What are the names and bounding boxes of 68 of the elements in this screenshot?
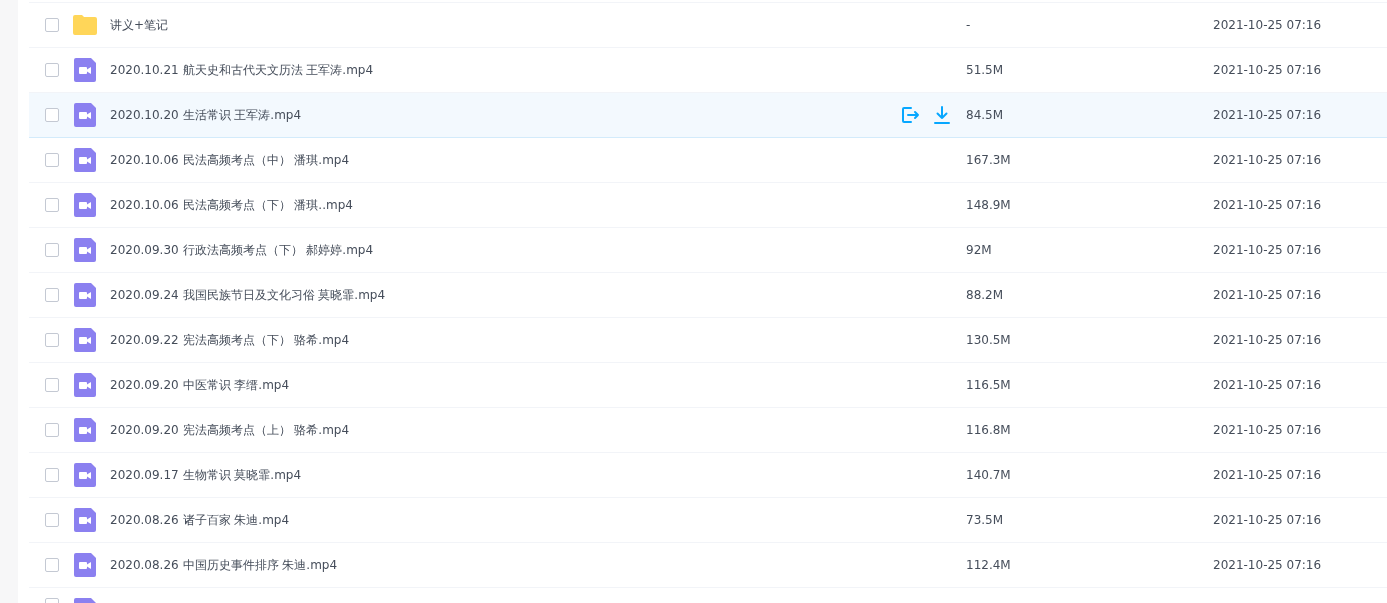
checkbox[interactable]: [45, 558, 59, 572]
checkbox[interactable]: [45, 378, 59, 392]
file-name[interactable]: 2020.09.20 中医常识 李缙.mp4: [110, 376, 290, 394]
download-icon[interactable]: [932, 105, 952, 125]
checkbox[interactable]: [45, 18, 59, 32]
file-size: 112.4M: [966, 557, 1011, 574]
video-file-icon: [74, 373, 96, 397]
modified-date: 2021-10-25 07:16: [1213, 242, 1322, 259]
video-file-icon: [74, 283, 96, 307]
video-file-icon: [74, 58, 96, 82]
modified-date: 2021-10-25 07:16: [1213, 557, 1322, 574]
modified-date: 2021-10-25 07:16: [1213, 377, 1322, 394]
checkbox[interactable]: [45, 468, 59, 482]
modified-date: 2021-10-25 07:16: [1213, 197, 1322, 214]
file-name[interactable]: 2020.08.26 中国历史事件排序 朱迪.mp4: [110, 556, 338, 574]
video-file-icon: [74, 463, 96, 487]
file-name[interactable]: 2020.10.06 民法高频考点（下） 潘琪..mp4: [110, 196, 353, 214]
video-file-icon: [74, 508, 96, 532]
file-size: 148.9M: [966, 197, 1011, 214]
file-name[interactable]: 2020.09.17 生物常识 莫晓霏.mp4: [110, 466, 302, 484]
file-name[interactable]: 2020.10.20 生活常识 王军涛.mp4: [110, 106, 302, 124]
checkbox[interactable]: [45, 108, 59, 122]
file-row[interactable]: 2020.10.20 生活常识 王军涛.mp4 84.5M 2021-10-25 07:16: [29, 93, 1387, 138]
file-size: 130.5M: [966, 332, 1011, 349]
file-name[interactable]: 2020.08.26 诸子百家 朱迪.mp4: [110, 511, 290, 529]
file-size: 116.5M: [966, 377, 1011, 394]
file-size: 73.5M: [966, 512, 1004, 529]
file-size: 92M: [966, 242, 992, 259]
modified-date: 2021-10-25 07:16: [1213, 467, 1322, 484]
checkbox[interactable]: [45, 153, 59, 167]
file-name[interactable]: 2020.10.06 民法高频考点（中） 潘琪.mp4: [110, 151, 350, 169]
checkbox[interactable]: [45, 333, 59, 347]
video-file-icon: [74, 418, 96, 442]
file-size: 116.8M: [966, 422, 1011, 439]
checkbox[interactable]: [45, 423, 59, 437]
video-file-icon: [74, 238, 96, 262]
checkbox[interactable]: [45, 243, 59, 257]
video-file-icon: [74, 103, 96, 127]
folder-icon: [72, 14, 98, 36]
file-size: 140.7M: [966, 467, 1011, 484]
file-name[interactable]: 2020.09.22 宪法高频考点（下） 骆希.mp4: [110, 331, 350, 349]
video-file-icon: [74, 328, 96, 352]
checkbox[interactable]: [45, 288, 59, 302]
file-size: -: [966, 17, 971, 34]
modified-date: 2021-10-25 07:16: [1213, 17, 1322, 34]
modified-date: 2021-10-25 07:16: [1213, 62, 1322, 79]
modified-date: 2021-10-25 07:16: [1213, 512, 1322, 529]
share-icon[interactable]: [900, 105, 920, 125]
file-size: 88.2M: [966, 287, 1004, 304]
file-name[interactable]: 2020.09.20 宪法高频考点（上） 骆希.mp4: [110, 421, 350, 439]
modified-date: 2021-10-25 07:16: [1213, 152, 1322, 169]
file-name[interactable]: 2020.09.30 行政法高频考点（下） 郝婷婷.mp4: [110, 241, 374, 259]
checkbox[interactable]: [45, 513, 59, 527]
file-size: 51.5M: [966, 62, 1004, 79]
video-file-icon: [74, 193, 96, 217]
file-name[interactable]: 2020.10.21 航天史和古代天文历法 王军涛.mp4: [110, 61, 374, 79]
video-file-icon: [74, 553, 96, 577]
file-size: 84.5M: [966, 107, 1004, 124]
checkbox[interactable]: [45, 63, 59, 77]
modified-date: 2021-10-25 07:16: [1213, 107, 1322, 124]
modified-date: 2021-10-25 07:16: [1213, 422, 1322, 439]
modified-date: 2021-10-25 07:16: [1213, 287, 1322, 304]
checkbox[interactable]: [45, 198, 59, 212]
modified-date: 2021-10-25 07:16: [1213, 332, 1322, 349]
file-name[interactable]: 2020.09.24 我国民族节日及文化习俗 莫晓霏.mp4: [110, 286, 386, 304]
video-file-icon: [74, 148, 96, 172]
file-size: 167.3M: [966, 152, 1011, 169]
file-name[interactable]: 讲义+笔记: [110, 16, 169, 34]
